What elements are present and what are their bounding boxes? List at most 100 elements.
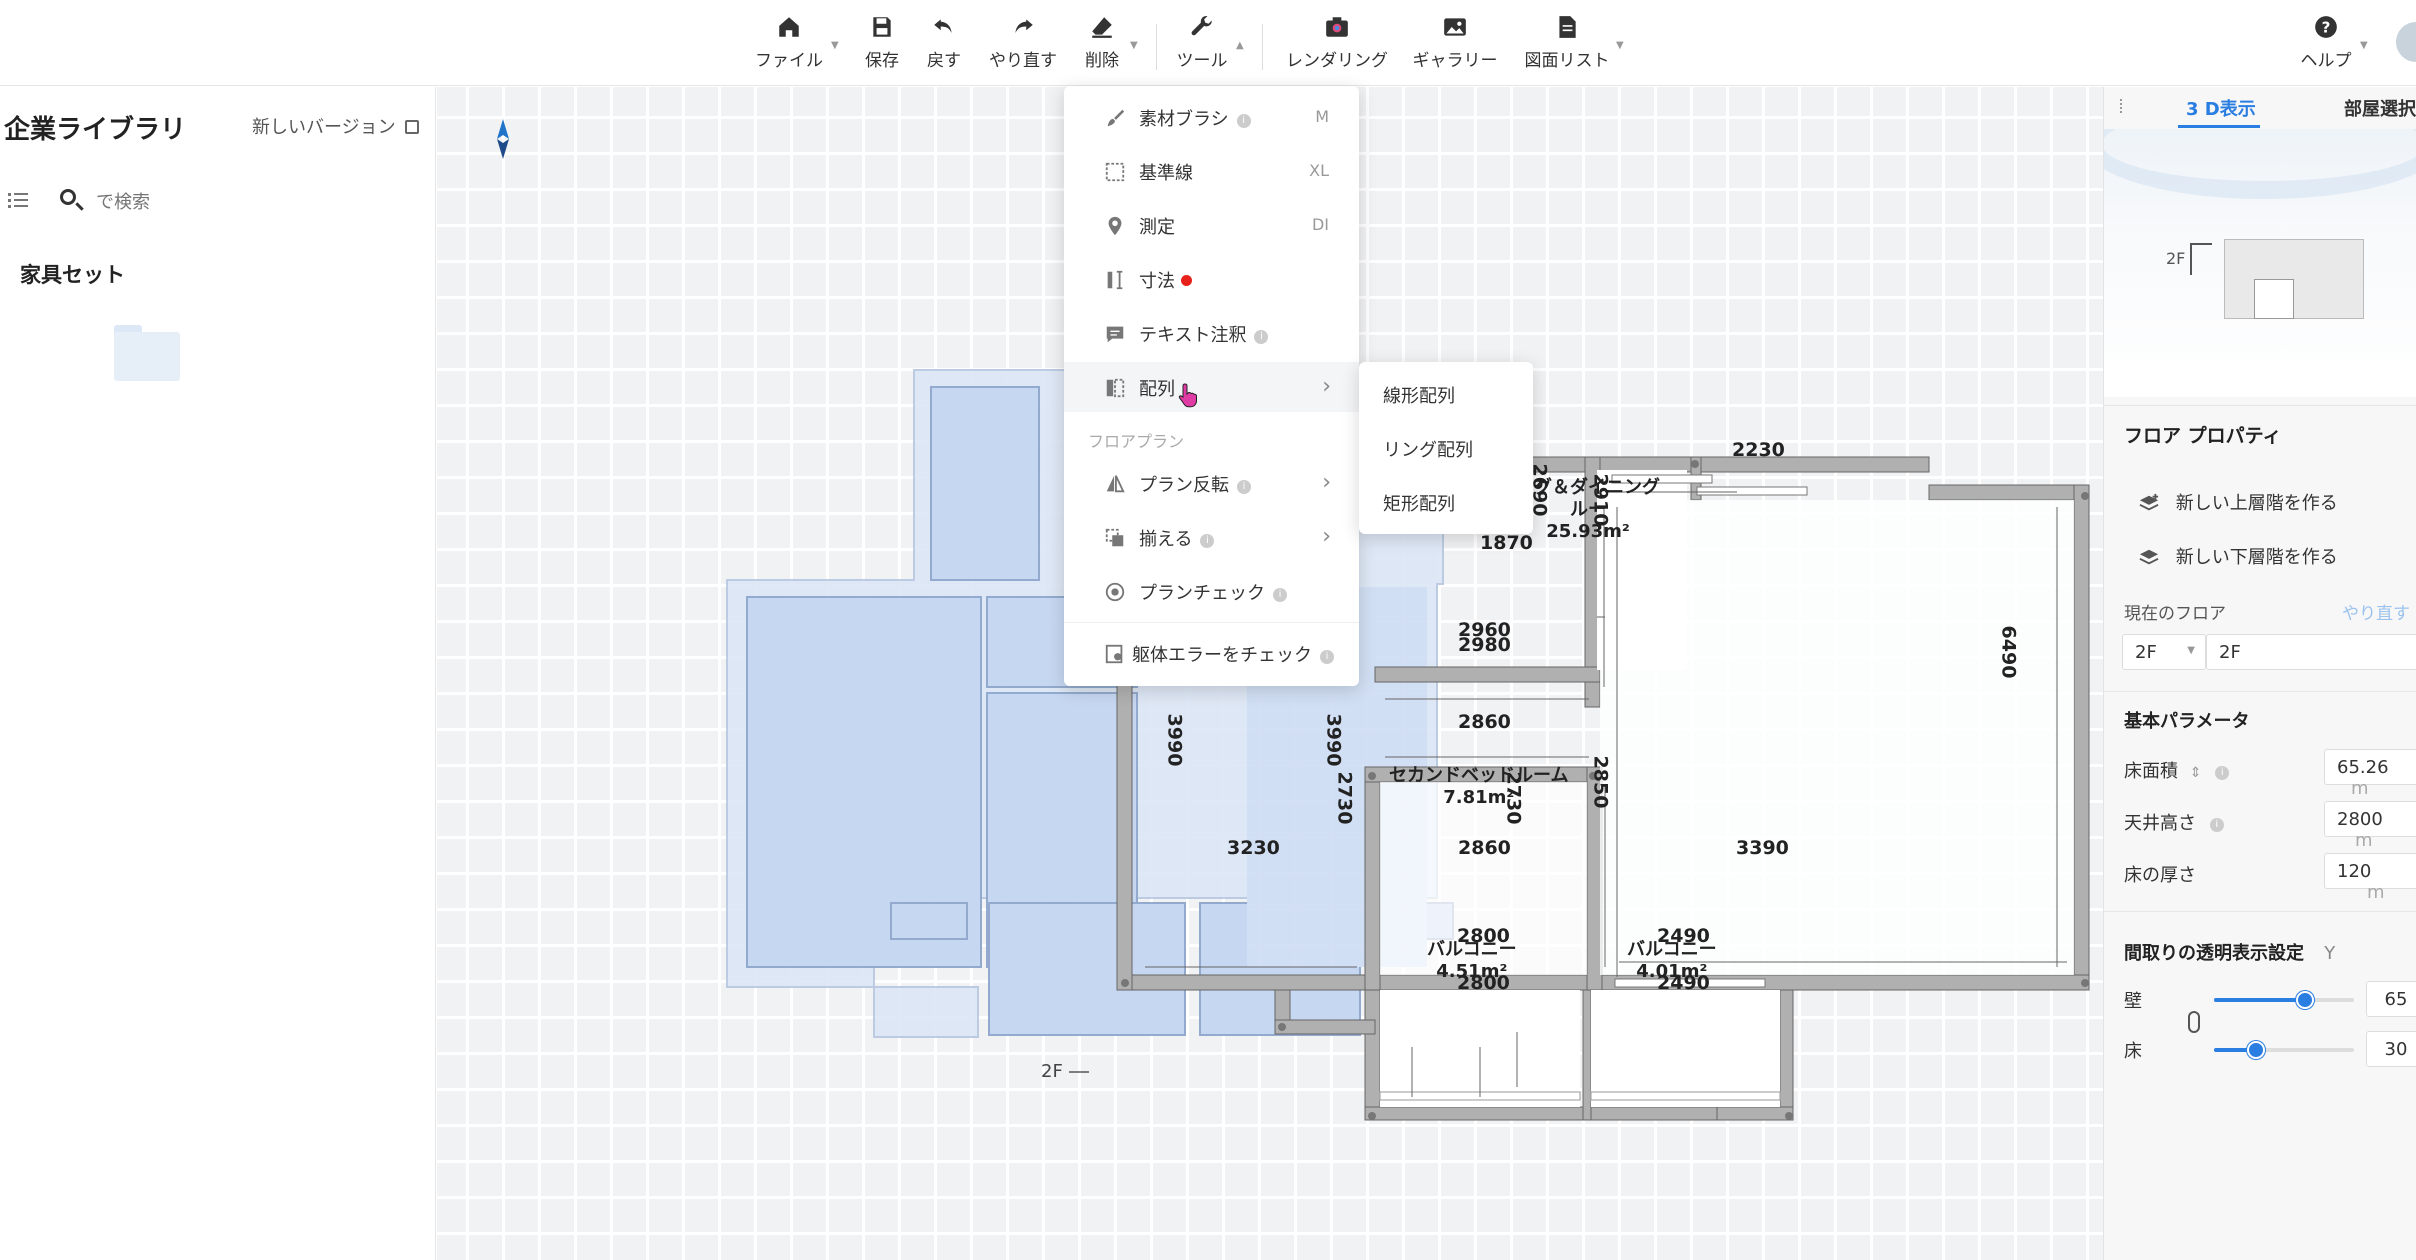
floor-area-value: 65.26 — [2337, 757, 2389, 778]
info-icon[interactable]: i — [2209, 818, 2224, 832]
info-icon[interactable]: i — [1254, 330, 1269, 344]
new-upper-floor-button[interactable]: 新しい上層階を作る — [2138, 489, 2338, 515]
unit-label: m — [2367, 882, 2385, 903]
dimension-label: 2230 — [1732, 439, 1785, 461]
menu-item-guideline[interactable]: 基準線 XL — [1064, 146, 1359, 196]
home-icon — [779, 17, 799, 37]
second-bedroom-label[interactable]: セカンドベッドルーム 7.81m² — [1389, 765, 1568, 809]
chevron-down-icon: ▼ — [2187, 645, 2195, 656]
wall-value: 65 — [2384, 989, 2408, 1010]
delete-caret-icon[interactable]: ▼ — [1130, 40, 1138, 51]
menu-item-dimension[interactable]: 寸法 — [1064, 254, 1359, 304]
balcony-label[interactable]: バルコニー 4.01m² — [1627, 939, 1717, 983]
tab-room-select[interactable]: 部屋選択 — [2344, 95, 2416, 121]
ceiling-height-value: 2800 — [2337, 809, 2383, 830]
room-name: ング＆ダイニング — [1516, 477, 1660, 498]
room-area: 4.01m² — [1636, 961, 1708, 982]
drawing-list-caret-icon[interactable]: ▼ — [1616, 40, 1624, 51]
undo-icon — [934, 19, 952, 33]
submenu-item-ring-array[interactable]: リング配列 — [1383, 436, 1473, 462]
gallery-button[interactable]: ギャラリー — [1412, 14, 1498, 71]
floor-thickness-value: 120 — [2337, 861, 2372, 882]
wall-value-input[interactable]: 65 — [2366, 981, 2416, 1017]
info-icon[interactable]: i — [1320, 650, 1334, 664]
info-icon[interactable]: i — [1236, 114, 1251, 128]
transparency-title-text: 間取りの透明表示設定 — [2124, 943, 2304, 964]
rendering-button[interactable]: レンダリング — [1284, 14, 1390, 71]
panel-divider — [2104, 691, 2416, 692]
save-icon — [873, 17, 891, 37]
save-button[interactable]: 保存 — [860, 14, 904, 71]
redo-link[interactable]: やり直す — [2342, 599, 2410, 624]
info-icon[interactable]: i — [1237, 480, 1251, 494]
file-button[interactable]: ファイル — [754, 14, 824, 71]
delete-label: 削除 — [1085, 51, 1119, 71]
search-input[interactable] — [96, 187, 396, 217]
floor-select[interactable]: 2F ▼ — [2122, 634, 2206, 670]
wall-transparency-slider[interactable] — [2214, 991, 2354, 1009]
floor-thickness-input[interactable]: 120 m — [2324, 853, 2416, 903]
align-icon — [1105, 528, 1124, 547]
svg-text:?: ? — [2322, 18, 2331, 36]
balcony-label[interactable]: バルコニー 4.51m² — [1427, 939, 1517, 983]
new-upper-floor-label: 新しい上層階を作る — [2175, 493, 2338, 514]
help-button[interactable]: ? ヘルプ — [2298, 14, 2354, 71]
menu-item-structure-error-check[interactable]: 躯体エラーをチェック i — [1064, 628, 1359, 678]
tools-caret-icon[interactable]: ▲ — [1236, 40, 1244, 51]
tools-button[interactable]: ツール — [1174, 14, 1230, 71]
drawing-list-button[interactable]: 図面リスト — [1524, 14, 1610, 71]
search-icon[interactable] — [58, 187, 86, 215]
file-caret-icon[interactable]: ▼ — [831, 40, 839, 51]
slider-knob[interactable] — [2247, 1041, 2265, 1059]
folder-icon[interactable] — [114, 325, 180, 381]
dimension-label: 3230 — [1227, 837, 1280, 859]
room-name: ルー — [1570, 499, 1606, 520]
new-lower-floor-button[interactable]: 新しい下層階を作る — [2138, 543, 2338, 569]
menu-item-plan-check[interactable]: プランチェック i — [1064, 566, 1359, 616]
undo-button[interactable]: 戻す — [922, 14, 966, 71]
menu-item-text-annotation[interactable]: テキスト注釈 i — [1064, 308, 1359, 358]
submenu-item-rect-array[interactable]: 矩形配列 — [1383, 490, 1455, 516]
floor-area-input[interactable]: 65.26 m — [2324, 749, 2416, 799]
help-caret-icon[interactable]: ▼ — [2360, 40, 2368, 51]
layers-up-icon — [2139, 493, 2159, 511]
avatar[interactable] — [2396, 22, 2416, 62]
tab-3d-view[interactable]: 3 D表示 — [2186, 95, 2256, 121]
ceiling-height-input[interactable]: 2800 m — [2324, 801, 2416, 851]
redo-icon — [1015, 19, 1033, 33]
info-icon[interactable]: i — [1200, 534, 1215, 548]
menu-item-label: 躯体エラーをチェック — [1132, 645, 1312, 666]
info-icon[interactable]: i — [2215, 766, 2230, 780]
floor-transparency-slider[interactable] — [2214, 1041, 2354, 1059]
delete-button[interactable]: 削除 — [1080, 14, 1124, 71]
menu-item-measure[interactable]: 測定 DI — [1064, 200, 1359, 250]
sort-icon[interactable]: ⇕ — [2190, 765, 2202, 781]
chevron-right-icon: › — [1322, 374, 1331, 399]
slider-fill — [2214, 998, 2305, 1002]
dimension-label: 3990 — [1163, 713, 1186, 767]
top-toolbar: ファイル ▼ 保存 戻す やり直す 削除 ▼ ツール ▲ レンダリング ギャラリ… — [0, 0, 2416, 86]
living-dining-room-label[interactable]: ング＆ダイニング ルー 25.93m² — [1516, 477, 1660, 543]
check-icon — [1105, 582, 1125, 602]
new-version-link[interactable]: 新しいバージョン — [252, 113, 420, 139]
menu-item-align[interactable]: 揃える i › — [1064, 512, 1359, 562]
link-icon[interactable] — [2188, 1011, 2200, 1033]
dimension-label: 2860 — [1458, 837, 1511, 859]
active-tab-indicator — [2178, 125, 2260, 128]
redo-button[interactable]: やり直す — [988, 14, 1058, 71]
slider-knob[interactable] — [2296, 991, 2314, 1009]
floor-value-input[interactable]: 30 — [2366, 1031, 2416, 1067]
submenu-item-linear-array[interactable]: 線形配列 — [1383, 382, 1455, 408]
floor-name-input[interactable]: 2F — [2206, 634, 2416, 670]
3d-preview[interactable]: 2F — [2104, 129, 2416, 397]
help-icon: ? — [2315, 16, 2337, 38]
menu-item-label: プランチェック — [1139, 583, 1265, 604]
menu-item-array[interactable]: 配列 › — [1064, 362, 1359, 412]
menu-item-plan-flip[interactable]: プラン反転 i › — [1064, 458, 1359, 508]
menu-item-material-brush[interactable]: 素材ブラシ i M — [1064, 92, 1359, 142]
menu-item-label: 測定 — [1139, 217, 1175, 238]
new-lower-floor-label: 新しい下層階を作る — [2175, 547, 2338, 568]
info-icon[interactable]: i — [1273, 588, 1287, 602]
list-icon[interactable] — [8, 191, 28, 209]
drag-handle-icon[interactable] — [2120, 97, 2126, 119]
